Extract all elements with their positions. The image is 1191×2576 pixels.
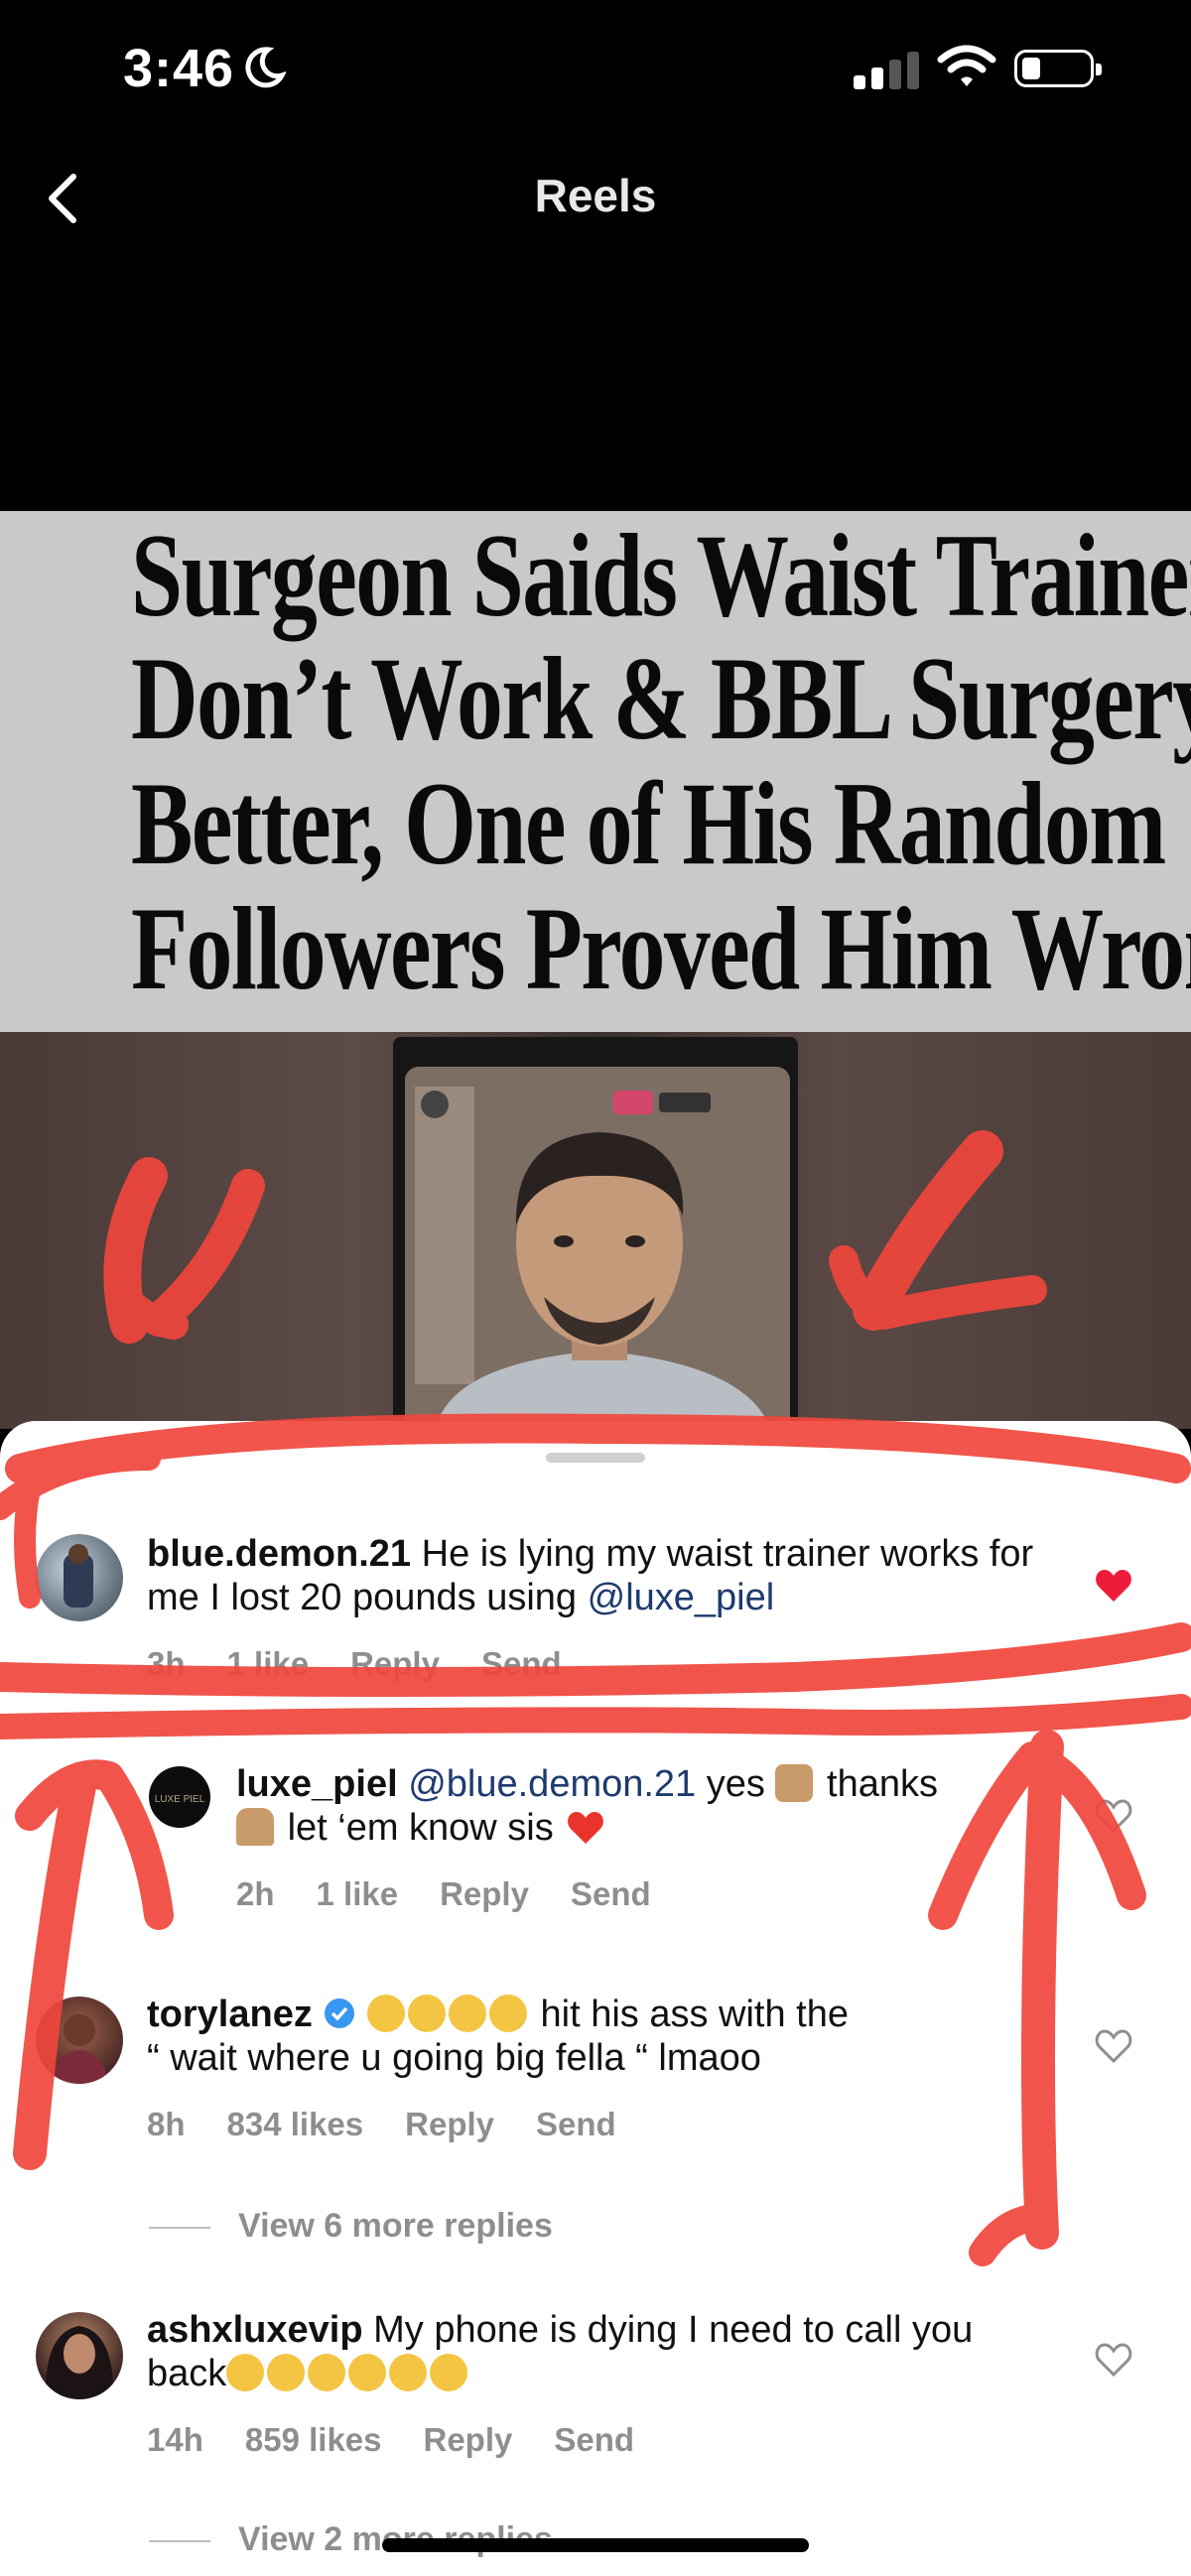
comment-time: 8h xyxy=(147,2106,186,2142)
moon-icon xyxy=(245,47,286,88)
status-time: 3:46 xyxy=(123,39,235,98)
comment-meta: 2h 1 like Reply Send xyxy=(236,1875,693,1913)
avatar[interactable] xyxy=(36,1534,123,1621)
red-heart-emoji xyxy=(568,1812,604,1844)
clapping-emoji xyxy=(366,1995,405,2032)
comment-text: ashxluxevip My phone is dying I need to … xyxy=(147,2308,1040,2395)
raised-hands-emoji xyxy=(775,1764,814,1802)
caption-line: Better, One of His Random xyxy=(131,757,1166,889)
comment-username[interactable]: blue.demon.21 xyxy=(147,1533,411,1575)
avatar[interactable]: LUXE PIEL xyxy=(149,1766,210,1828)
reply-button[interactable]: Reply xyxy=(440,1875,529,1912)
video-caption-panel[interactable]: Surgeon Saids Waist Trainers Don’t Work … xyxy=(0,511,1191,1032)
comment-likes[interactable]: 1 like xyxy=(317,1875,399,1912)
comment-likes[interactable]: 1 like xyxy=(227,1645,310,1682)
comment-text: blue.demon.21 He is lying my waist train… xyxy=(147,1532,1040,1619)
caption-line: Surgeon Saids Waist Trainers xyxy=(131,511,1191,641)
heart-icon[interactable] xyxy=(1094,1796,1133,1836)
battery-icon xyxy=(1014,50,1102,87)
comment-username[interactable]: torylanez xyxy=(147,1994,313,2035)
comment-time: 2h xyxy=(236,1875,275,1912)
clapping-emoji xyxy=(407,1995,446,2032)
heart-icon[interactable] xyxy=(1094,2026,1133,2066)
comment-meta: 3h 1 like Reply Send xyxy=(147,1645,603,1683)
comment-time: 3h xyxy=(147,1645,186,1682)
sheet-grabber[interactable] xyxy=(546,1453,645,1463)
comment-body: let ‘em know sis xyxy=(287,1807,554,1849)
reply-button[interactable]: Reply xyxy=(405,2106,494,2142)
comment-username[interactable]: ashxluxevip xyxy=(147,2309,363,2351)
video-person-image xyxy=(405,1067,790,1434)
send-button[interactable]: Send xyxy=(481,1645,562,1682)
send-button[interactable]: Send xyxy=(536,2106,616,2142)
page-title: Reels xyxy=(534,170,657,221)
comment-mention[interactable]: @blue.demon.21 xyxy=(408,1763,696,1805)
crying-laughing-emoji xyxy=(389,2354,428,2391)
comment-username[interactable]: luxe_piel xyxy=(236,1763,398,1805)
verified-badge-icon xyxy=(325,1998,355,2028)
clapping-emoji xyxy=(448,1995,486,2032)
comment-body: My phone is dying I need to call you xyxy=(373,2309,974,2351)
comment-body: hit his ass with the xyxy=(540,1994,849,2035)
comment-body: yes xyxy=(706,1763,765,1805)
avatar[interactable] xyxy=(36,2312,123,2399)
svg-text:LUXE PIEL: LUXE PIEL xyxy=(155,1794,205,1805)
heart-icon[interactable] xyxy=(1094,1566,1133,1606)
crying-laughing-emoji xyxy=(348,2354,387,2391)
home-indicator[interactable] xyxy=(382,2538,809,2552)
view-more-replies-button[interactable]: View 6 more replies xyxy=(149,2207,553,2246)
wifi-icon xyxy=(937,45,996,86)
comment-meta: 14h 859 likes Reply Send xyxy=(147,2421,676,2459)
folded-hands-emoji xyxy=(236,1808,274,1846)
comment-body: back xyxy=(147,2353,227,2394)
comment-time: 14h xyxy=(147,2421,203,2458)
caption-line: Don’t Work & BBL Surgery is xyxy=(131,632,1191,764)
heart-icon[interactable] xyxy=(1094,2340,1133,2380)
comment-text: luxe_piel @blue.demon.21 yes thanks let … xyxy=(236,1762,1050,1850)
comment-body: “ wait where u going big fella “ lmaoo xyxy=(147,2037,761,2079)
reply-button[interactable]: Reply xyxy=(424,2421,513,2458)
caption-line: Followers Proved Him Wrong xyxy=(131,882,1191,1014)
avatar[interactable] xyxy=(36,1996,123,2084)
comment-likes[interactable]: 859 likes xyxy=(245,2421,382,2458)
comment-mention[interactable]: @luxe_piel xyxy=(588,1577,775,1618)
crying-laughing-emoji xyxy=(308,2354,346,2391)
comment-likes[interactable]: 834 likes xyxy=(227,2106,364,2142)
crying-laughing-emoji xyxy=(267,2354,306,2391)
clapping-emoji xyxy=(488,1995,527,2032)
crying-laughing-emoji xyxy=(430,2354,468,2391)
send-button[interactable]: Send xyxy=(571,1875,651,1912)
comment-meta: 8h 834 likes Reply Send xyxy=(147,2106,658,2143)
crying-laughing-emoji xyxy=(226,2354,265,2391)
send-button[interactable]: Send xyxy=(554,2421,634,2458)
reply-button[interactable]: Reply xyxy=(350,1645,440,1682)
comment-body: thanks xyxy=(827,1763,938,1805)
cellular-signal-icon xyxy=(854,50,923,89)
comment-text: torylanez hit his ass with the “ wait wh… xyxy=(147,1993,1040,2080)
